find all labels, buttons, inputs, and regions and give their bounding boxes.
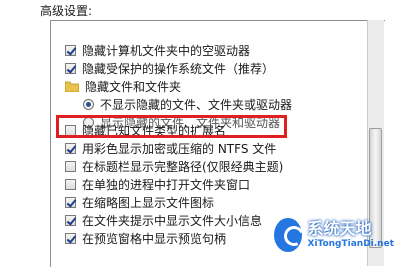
- checkbox[interactable]: [65, 232, 76, 244]
- setting-hide-empty-drives[interactable]: 隐藏计算机文件夹中的空驱动器: [65, 41, 250, 59]
- watermark-english: XiTongTianDi.net: [307, 239, 395, 249]
- setting-preview-handlers[interactable]: 在预览窗格中显示预览句柄: [65, 229, 226, 247]
- setting-label: 不显示隐藏的文件、文件夹或驱动器: [100, 97, 293, 112]
- setting-group-label: 隐藏文件和文件夹: [85, 79, 182, 94]
- setting-label: 在文件夹提示中显示文件大小信息: [82, 213, 263, 228]
- setting-label: 在标题栏显示完整路径(仅限经典主题): [82, 159, 284, 174]
- setting-label: 隐藏已知文件类型的扩展名: [82, 123, 227, 138]
- checkbox[interactable]: [65, 124, 76, 136]
- setting-hide-extensions[interactable]: 隐藏已知文件类型的扩展名: [65, 121, 226, 139]
- setting-group-hidden-files: 隐藏文件和文件夹: [65, 77, 181, 95]
- folder-icon: [65, 81, 79, 92]
- checkbox[interactable]: [65, 142, 76, 154]
- setting-hide-protected-os-files[interactable]: 隐藏受保护的操作系统文件（推荐）: [65, 59, 274, 77]
- setting-label: 隐藏受保护的操作系统文件（推荐）: [82, 61, 275, 76]
- checkbox[interactable]: [65, 178, 76, 190]
- checkbox[interactable]: [65, 62, 76, 74]
- setting-dont-show-hidden[interactable]: 不显示隐藏的文件、文件夹或驱动器: [83, 95, 292, 113]
- setting-label: 在预览窗格中显示预览句柄: [82, 231, 227, 246]
- setting-separate-process[interactable]: 在单独的进程中打开文件夹窗口: [65, 175, 250, 193]
- checkbox[interactable]: [65, 160, 76, 172]
- setting-folder-size-tips[interactable]: 在文件夹提示中显示文件大小信息: [65, 211, 262, 229]
- checkbox[interactable]: [65, 196, 76, 208]
- setting-label: 用彩色显示加密或压缩的 NTFS 文件: [82, 141, 277, 156]
- checkbox[interactable]: [65, 44, 76, 56]
- watermark-chinese: 系统天地: [307, 219, 372, 238]
- watermark-logo-icon: [274, 218, 302, 252]
- setting-label: 在缩略图上显示文件图标: [82, 195, 215, 210]
- watermark: 系统天地 XiTongTianDi.net: [274, 212, 394, 258]
- radio-button[interactable]: [83, 98, 94, 110]
- setting-color-ntfs[interactable]: 用彩色显示加密或压缩的 NTFS 文件: [65, 139, 276, 157]
- checkbox[interactable]: [65, 214, 76, 226]
- section-title: 高级设置:: [40, 4, 93, 18]
- setting-thumbnail-icons[interactable]: 在缩略图上显示文件图标: [65, 193, 214, 211]
- setting-label: 隐藏计算机文件夹中的空驱动器: [82, 43, 251, 58]
- setting-label: 在单独的进程中打开文件夹窗口: [82, 177, 251, 192]
- setting-full-path-title[interactable]: 在标题栏显示完整路径(仅限经典主题): [65, 157, 283, 175]
